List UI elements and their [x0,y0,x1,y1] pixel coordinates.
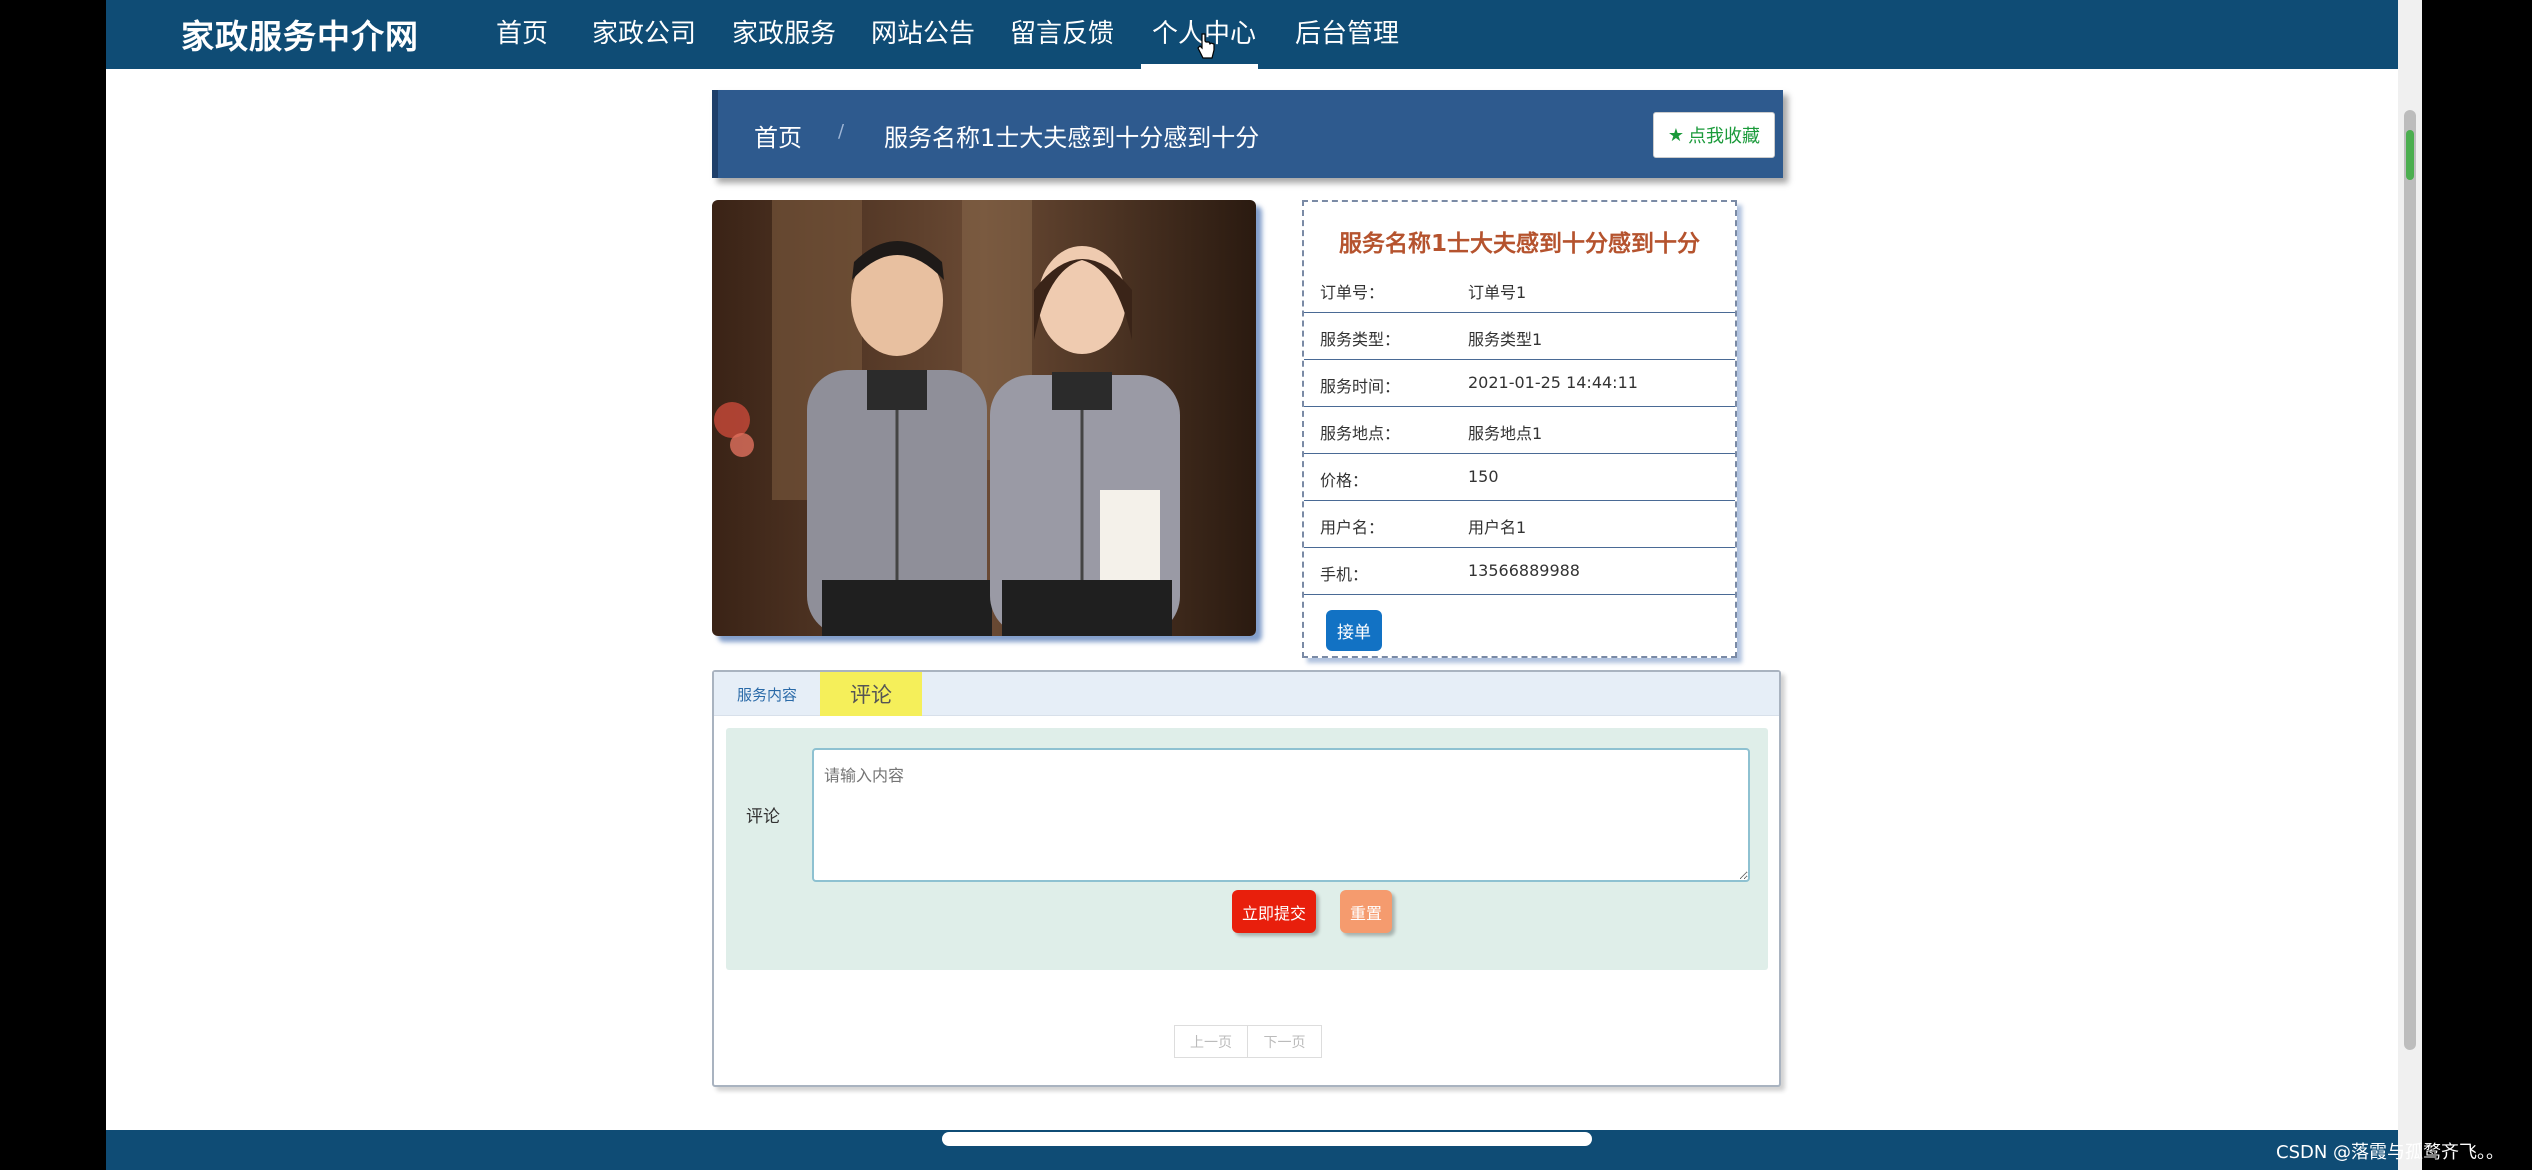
hand-pointer-icon [1197,33,1215,59]
breadcrumb-current: 服务名称1士大夫感到十分感到十分 [884,124,1260,152]
info-value: 服务类型1 [1468,330,1543,349]
info-value: 2021-01-25 14:44:11 [1468,373,1638,392]
reset-button[interactable]: 重置 [1340,890,1392,933]
submit-button[interactable]: 立即提交 [1232,890,1316,933]
tab-comment[interactable]: 评论 [820,672,922,716]
info-label: 价格： [1320,471,1369,490]
pagination: 上一页 下一页 [1174,1025,1322,1058]
vertical-scrollbar-thumb[interactable] [2404,110,2416,1050]
info-value: 150 [1468,467,1499,486]
info-row-order-no: 订单号： 订单号1 [1304,266,1735,313]
info-value: 服务地点1 [1468,424,1543,443]
site-title[interactable]: 家政服务中介网 [181,10,419,58]
top-nav: 家政服务中介网 首页 家政公司 家政服务 网站公告 留言反馈 个人中心 后台管理 [106,0,2398,69]
breadcrumb: 首页 / 服务名称1士大夫感到十分感到十分 ★ 点我收藏 [712,90,1783,178]
info-row-price: 价格： 150 [1304,454,1735,501]
scroll-position-marker [2406,130,2414,180]
tab-strip: 服务内容 评论 [714,672,1779,716]
info-row-service-time: 服务时间： 2021-01-25 14:44:11 [1304,360,1735,407]
info-row-phone: 手机： 13566889988 [1304,548,1735,595]
info-value: 13566889988 [1468,561,1580,580]
star-icon: ★ [1667,124,1685,146]
page: 家政服务中介网 首页 家政公司 家政服务 网站公告 留言反馈 个人中心 后台管理… [106,0,2398,1170]
take-order-button[interactable]: 接单 [1326,610,1382,651]
comment-form: 评论 立即提交 重置 [726,728,1768,970]
nav-item-home[interactable]: 首页 [496,13,548,50]
nav-item-feedback[interactable]: 留言反馈 [1010,13,1114,50]
favorite-button[interactable]: ★ 点我收藏 [1653,112,1775,158]
breadcrumb-home-link[interactable]: 首页 [754,118,802,153]
comment-textarea[interactable] [812,748,1750,882]
info-row-service-location: 服务地点： 服务地点1 [1304,407,1735,454]
prev-page-button[interactable]: 上一页 [1174,1025,1248,1058]
favorite-button-label: 点我收藏 [1688,126,1761,147]
info-row-username: 用户名： 用户名1 [1304,501,1735,548]
tab-service-content[interactable]: 服务内容 [714,672,820,716]
nav-item-announcements[interactable]: 网站公告 [871,13,975,50]
info-value: 用户名1 [1468,518,1527,537]
info-value: 订单号1 [1468,283,1527,302]
info-row-service-type: 服务类型： 服务类型1 [1304,313,1735,360]
info-label: 服务类型： [1320,330,1401,349]
service-title: 服务名称1士大夫感到十分感到十分 [1338,231,1700,257]
horizontal-scrollbar[interactable] [942,1132,1592,1146]
watermark: CSDN @落霞与孤鹜齐飞。。 [2276,1142,2505,1163]
next-page-button[interactable]: 下一页 [1248,1025,1322,1058]
service-photo [712,200,1256,636]
info-label: 用户名： [1320,518,1385,537]
tabs-panel: 服务内容 评论 评论 立即提交 重置 上一页 下一页 [712,670,1781,1087]
info-label: 手机： [1320,565,1369,584]
info-label: 服务地点： [1320,424,1401,443]
service-info-card: 服务名称1士大夫感到十分感到十分 订单号： 订单号1 服务类型： 服务类型1 服… [1302,200,1737,658]
comment-label: 评论 [746,807,780,827]
nav-item-admin[interactable]: 后台管理 [1295,13,1399,50]
info-label: 服务时间： [1320,377,1401,396]
info-label: 订单号： [1320,283,1385,302]
nav-item-services[interactable]: 家政服务 [732,13,836,50]
nav-active-indicator [1141,64,1258,69]
nav-item-companies[interactable]: 家政公司 [592,13,696,50]
breadcrumb-separator: / [838,121,845,142]
